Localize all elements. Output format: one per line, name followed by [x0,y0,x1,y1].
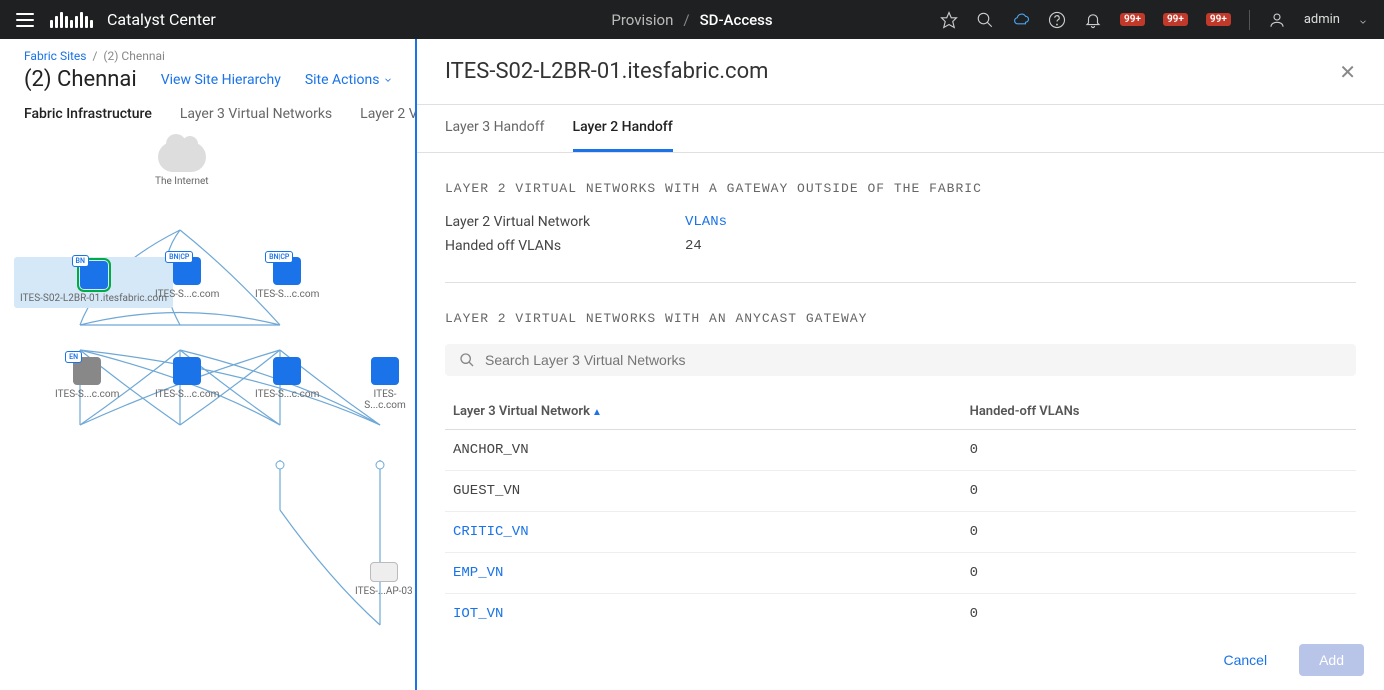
switch-icon [173,357,201,385]
star-icon[interactable] [940,11,958,29]
table-row: CRITIC_VN0 [445,512,1356,553]
view-hierarchy-link[interactable]: View Site Hierarchy [161,72,281,88]
side-panel: ITES-S02-L2BR-01.itesfabric.com ✕ Layer … [415,39,1384,690]
bell-icon[interactable] [1084,11,1102,29]
menu-icon[interactable] [16,13,34,27]
table-row: GUEST_VN0 [445,471,1356,512]
header-icons: 99+ 99+ 99+ admin [940,10,1368,30]
page-title: (2) Chennai [24,67,137,92]
section1-title: LAYER 2 VIRTUAL NETWORKS WITH A GATEWAY … [445,181,1356,196]
vlans-cell: 0 [962,430,1356,471]
vn-name-cell[interactable]: CRITIC_VN [445,512,962,553]
topology-ap[interactable]: ITES-...AP-03 [355,562,413,597]
switch-icon: BN|CP [273,257,301,285]
site-actions-dropdown[interactable]: Site Actions [305,72,394,88]
ap-icon [370,562,398,582]
vn-name-cell[interactable]: EMP_VN [445,553,962,594]
vn-name-cell: ANCHOR_VN [445,430,962,471]
switch-icon [273,357,301,385]
search-icon[interactable] [976,11,994,29]
topology-node-selected[interactable]: BN ITES-S02-L2BR-01.itesfabric.com [14,257,173,308]
panel-title: ITES-S02-L2BR-01.itesfabric.com [445,59,768,84]
kv-row: Handed off VLANs 24 [445,238,1356,254]
topology-cloud[interactable]: The Internet [155,142,209,187]
section2-title: LAYER 2 VIRTUAL NETWORKS WITH AN ANYCAST… [445,311,1356,326]
add-button[interactable]: Add [1299,644,1364,676]
topology-canvas[interactable]: The Internet BN ITES-S02-L2BR-01.itesfab… [0,122,415,690]
tab-l2-handoff[interactable]: Layer 2 Handoff [573,105,673,152]
kv-value: 24 [685,238,702,254]
col-vn-header[interactable]: Layer 3 Virtual Network▲ [445,394,962,430]
close-icon[interactable]: ✕ [1339,60,1356,84]
kv-key: Layer 2 Virtual Network [445,214,685,230]
vlans-cell: 0 [962,553,1356,594]
panel-footer: Cancel Add [417,630,1384,690]
topology-node[interactable]: BN|CP ITES-S...c.com [155,257,219,300]
badge-3[interactable]: 99+ [1206,13,1231,26]
bc-current: SD-Access [700,11,773,29]
cancel-button[interactable]: Cancel [1203,644,1287,676]
panel-header: ITES-S02-L2BR-01.itesfabric.com ✕ [417,39,1384,105]
table-row: IOT_VN0 [445,594,1356,635]
topology-node[interactable]: EN ITES-S...c.com [55,357,119,400]
user-name[interactable]: admin [1304,12,1340,27]
tab-l3-handoff[interactable]: Layer 3 Handoff [445,105,545,152]
vlans-cell: 0 [962,512,1356,553]
col-vlans-header[interactable]: Handed-off VLANs [962,394,1356,430]
app-name: Catalyst Center [107,10,216,29]
vn-name-cell[interactable]: IOT_VN [445,594,962,635]
panel-tabs: Layer 3 Handoff Layer 2 Handoff [417,105,1384,153]
kv-row: Layer 2 Virtual Network VLANs [445,214,1356,230]
bc-current: (2) Chennai [103,49,165,63]
header-breadcrumb: Provision / SD-Access [611,11,772,29]
help-icon[interactable] [1048,11,1066,29]
search-input[interactable] [485,352,1342,368]
switch-icon: BN|CP [173,257,201,285]
badge-1[interactable]: 99+ [1120,13,1145,26]
search-box[interactable] [445,344,1356,376]
switch-icon: EN [73,357,101,385]
table-row: EMP_VN0 [445,553,1356,594]
topology-node[interactable]: ITES-S...c.com [355,357,415,411]
badge-2[interactable]: 99+ [1163,13,1188,26]
cloud-icon[interactable] [1012,11,1030,29]
user-icon[interactable] [1268,11,1286,29]
vlans-link[interactable]: VLANs [685,214,727,230]
vlans-cell: 0 [962,471,1356,512]
sort-asc-icon: ▲ [592,407,602,418]
topology-node[interactable]: ITES-S...c.com [155,357,219,400]
bc-link[interactable]: Fabric Sites [24,49,86,63]
search-icon [459,352,475,368]
table-row: ANCHOR_VN0 [445,430,1356,471]
header-bar: Catalyst Center Provision / SD-Access 99… [0,0,1384,39]
vlans-cell: 0 [962,594,1356,635]
cloud-icon [158,142,206,172]
vn-name-cell: GUEST_VN [445,471,962,512]
panel-body: LAYER 2 VIRTUAL NETWORKS WITH A GATEWAY … [417,153,1384,690]
chevron-down-icon[interactable] [1358,15,1368,25]
topology-node[interactable]: BN|CP ITES-S...c.com [255,257,319,300]
kv-key: Handed off VLANs [445,238,685,254]
divider [445,282,1356,283]
topology-node[interactable]: ITES-S...c.com [255,357,319,400]
switch-icon: BN [80,261,108,289]
switch-icon [371,357,399,385]
cisco-logo [50,12,93,28]
bc-parent[interactable]: Provision [611,11,673,29]
